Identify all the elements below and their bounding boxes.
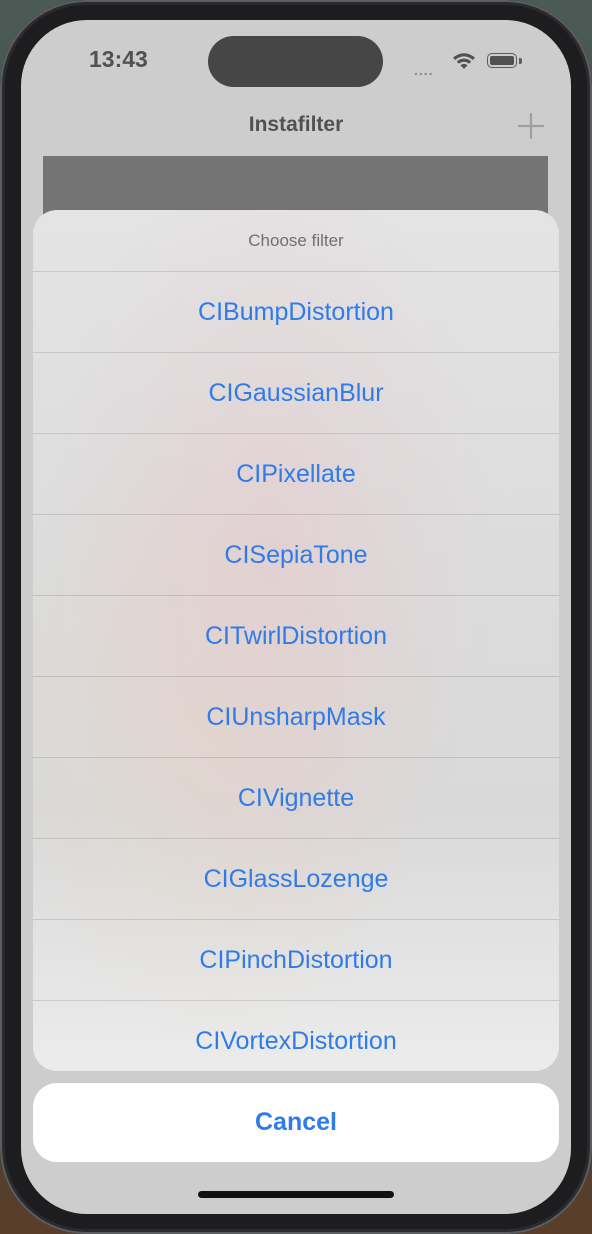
filter-option-vortex-distortion[interactable]: CIVortexDistortion bbox=[33, 1001, 559, 1071]
filter-option-pixellate[interactable]: CIPixellate bbox=[33, 434, 559, 515]
filter-option-gaussian-blur[interactable]: CIGaussianBlur bbox=[33, 353, 559, 434]
action-sheet-title: Choose filter bbox=[33, 210, 559, 272]
filter-option-twirl-distortion[interactable]: CITwirlDistortion bbox=[33, 596, 559, 677]
filter-option-vignette[interactable]: CIVignette bbox=[33, 758, 559, 839]
filter-action-sheet: Choose filter CIBumpDistortion CIGaussia… bbox=[33, 210, 559, 1071]
home-indicator[interactable] bbox=[198, 1191, 394, 1198]
app-screen: 13:43 .... Instafilter Choose filter CIB… bbox=[21, 20, 571, 1214]
filter-option-sepia-tone[interactable]: CISepiaTone bbox=[33, 515, 559, 596]
cancel-button[interactable]: Cancel bbox=[33, 1083, 559, 1162]
phone-frame: 13:43 .... Instafilter Choose filter CIB… bbox=[0, 0, 592, 1234]
filter-option-pinch-distortion[interactable]: CIPinchDistortion bbox=[33, 920, 559, 1001]
filter-option-unsharp-mask[interactable]: CIUnsharpMask bbox=[33, 677, 559, 758]
filter-option-glass-lozenge[interactable]: CIGlassLozenge bbox=[33, 839, 559, 920]
filter-option-bump-distortion[interactable]: CIBumpDistortion bbox=[33, 272, 559, 353]
